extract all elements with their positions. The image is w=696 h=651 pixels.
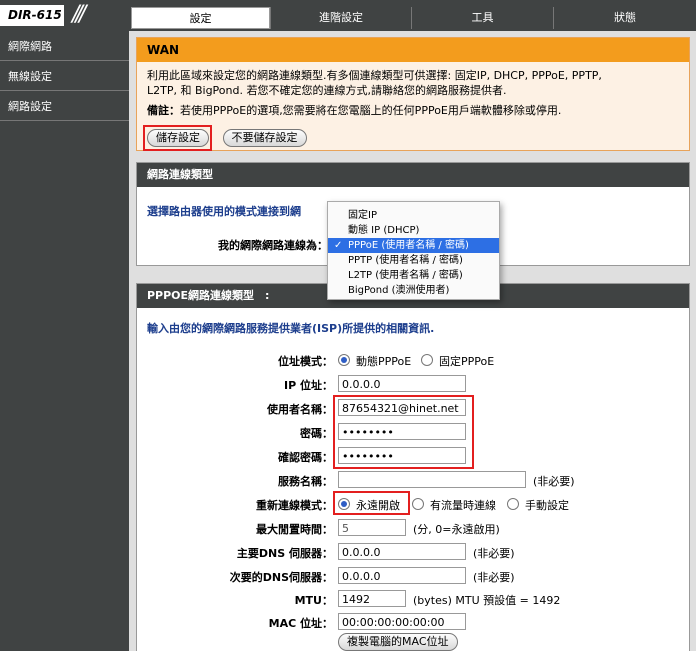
address-mode-dynamic-label: 動態PPPoE [356, 355, 412, 368]
ip-address-input[interactable]: 0.0.0.0 [338, 375, 466, 392]
mac-address-input[interactable]: 00:00:00:00:00:00 [338, 613, 466, 630]
mtu-input[interactable]: 1492 [338, 590, 406, 607]
highlight-reconnect-always [333, 491, 410, 515]
tab-advanced[interactable]: 進階設定 [270, 7, 411, 29]
reconnect-manual-label: 手動設定 [525, 499, 569, 512]
pppoe-panel: PPPOE網路連線類型 : 輸入由您的網際網路服務提供業者(ISP)所提供的相關… [136, 283, 690, 651]
sidebar: 網際網路 無線設定 網路設定 [0, 31, 129, 651]
address-mode-dynamic-radio[interactable] [338, 354, 350, 366]
tab-status[interactable]: 狀態 [553, 7, 696, 29]
service-name-optional: (非必要) [533, 475, 575, 488]
wan-title: WAN [137, 38, 689, 62]
reconnect-on-demand-label: 有流量時連線 [430, 499, 496, 512]
mtu-hint: (bytes) MTU 預設值 = 1492 [413, 594, 561, 607]
dropdown-option-pptp[interactable]: PPTP (使用者名稱 / 密碼) [328, 253, 499, 268]
wan-description: 利用此區域來設定您的網路連線類型.有多個連線類型可供選擇: 固定IP, DHCP… [147, 69, 602, 97]
reconnect-manual-radio[interactable] [507, 498, 519, 510]
tab-setup[interactable]: 設定 [131, 7, 270, 29]
sidebar-item-internet[interactable]: 網際網路 [0, 31, 129, 61]
clone-mac-button[interactable]: 複製電腦的MAC位址 [338, 633, 458, 651]
wan-note: 備註：若使用PPPoE的選項,您需要將在您電腦上的任何PPPoE用戶端軟體移除或… [147, 104, 562, 117]
address-mode-static-radio[interactable] [421, 354, 433, 366]
main-content: WAN 利用此區域來設定您的網路連線類型.有多個連線類型可供選擇: 固定IP, … [129, 31, 696, 651]
max-idle-time-label: 最大閒置時間： [256, 523, 333, 536]
primary-dns-label: 主要DNS 伺服器： [236, 547, 333, 560]
secondary-dns-label: 次要的DNS伺服器： [229, 571, 333, 584]
primary-dns-optional: (非必要) [473, 547, 515, 560]
dropdown-option-dhcp[interactable]: 動態 IP (DHCP) [328, 223, 499, 238]
wan-panel: WAN 利用此區域來設定您的網路連線類型.有多個連線類型可供選擇: 固定IP, … [136, 37, 690, 151]
confirm-password-label: 確認密碼： [278, 451, 333, 464]
mtu-label: MTU： [294, 594, 333, 607]
tab-tools[interactable]: 工具 [411, 7, 553, 29]
mac-address-label: MAC 位址： [268, 617, 333, 630]
reconnect-on-demand-radio[interactable] [412, 498, 424, 510]
connection-type-dropdown[interactable]: 固定IP 動態 IP (DHCP) PPPoE (使用者名稱 / 密碼) PPT… [327, 201, 500, 300]
dont-save-settings-button[interactable]: 不要儲存設定 [222, 129, 307, 147]
username-label: 使用者名稱： [267, 403, 333, 416]
model-logo: DIR-615 [0, 5, 64, 26]
secondary-dns-optional: (非必要) [473, 571, 515, 584]
ip-address-label: IP 位址： [284, 379, 333, 392]
connection-type-title: 網路連線類型 [137, 163, 689, 187]
service-name-label: 服務名稱： [278, 475, 333, 488]
pppoe-intro: 輸入由您的網際網路服務提供業者(ISP)所提供的相關資訊. [147, 322, 435, 335]
highlight-save-button [143, 125, 212, 151]
max-idle-time-hint: (分, 0=永遠啟用) [413, 523, 500, 536]
connection-select-prompt: 選擇路由器使用的模式連接到網 [147, 205, 301, 218]
my-connection-label: 我的網際網路連線為： [218, 239, 328, 252]
reconnect-mode-label: 重新連線模式： [256, 499, 333, 512]
address-mode-label: 位址模式： [278, 355, 333, 368]
sidebar-item-network[interactable]: 網路設定 [0, 91, 129, 121]
dropdown-option-bigpond[interactable]: BigPond (澳洲使用者) [328, 283, 499, 298]
divider-slashes: /// [72, 2, 86, 27]
dropdown-option-static-ip[interactable]: 固定IP [328, 208, 499, 223]
top-navigation-bar: DIR-615 /// 設定 進階設定 工具 狀態 [0, 0, 696, 31]
secondary-dns-input[interactable]: 0.0.0.0 [338, 567, 466, 584]
max-idle-time-input[interactable]: 5 [338, 519, 406, 536]
dropdown-option-pppoe[interactable]: PPPoE (使用者名稱 / 密碼) [328, 238, 499, 253]
service-name-input[interactable] [338, 471, 526, 488]
sidebar-item-wireless[interactable]: 無線設定 [0, 61, 129, 91]
primary-dns-input[interactable]: 0.0.0.0 [338, 543, 466, 560]
address-mode-static-label: 固定PPPoE [439, 355, 495, 368]
highlight-credentials [333, 395, 474, 469]
password-label: 密碼： [300, 427, 333, 440]
dropdown-option-l2tp[interactable]: L2TP (使用者名稱 / 密碼) [328, 268, 499, 283]
